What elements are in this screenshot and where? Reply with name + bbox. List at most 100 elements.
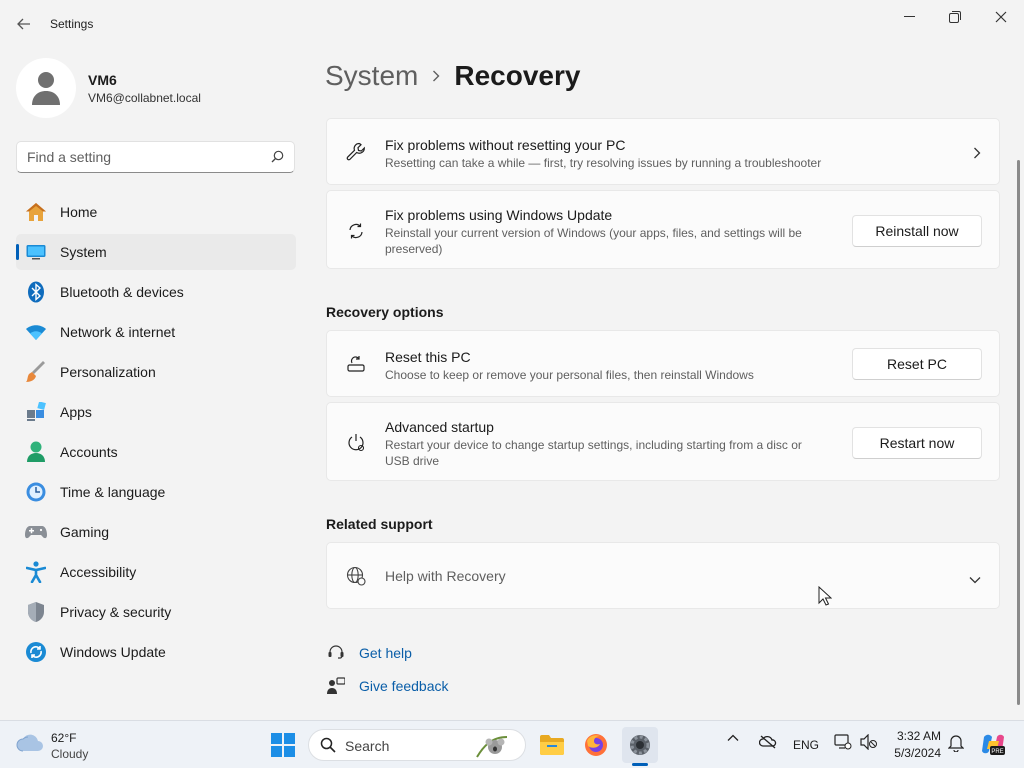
taskbar: 62°F Cloudy Search ENG 3:32 AM 5/3/2024 [0, 720, 1024, 768]
minimize-icon [903, 16, 915, 17]
card-title: Help with Recovery [385, 568, 506, 584]
sidebar-item-accessibility[interactable]: Accessibility [16, 554, 296, 590]
profile-name: VM6 [88, 72, 117, 88]
home-icon [24, 200, 48, 224]
sidebar-item-label: Windows Update [60, 644, 166, 660]
start-button[interactable] [265, 727, 301, 763]
give-feedback-link[interactable]: Give feedback [326, 676, 449, 696]
clock-date[interactable]: 5/3/2024 [888, 746, 941, 760]
mouse-cursor [818, 585, 833, 609]
sidebar-nav: Home System Bluetooth & devices Network … [16, 194, 296, 674]
copilot-icon: PRE [982, 734, 1005, 755]
card-description-line2: preserved) [385, 242, 443, 256]
sidebar-item-label: Apps [60, 404, 92, 420]
card-description-line1: Reinstall your current version of Window… [385, 226, 802, 240]
reset-pc-card: Reset this PC Choose to keep or remove y… [326, 330, 1000, 397]
windows-update-card: Fix problems using Windows Update Reinst… [326, 190, 1000, 269]
sidebar-item-label: Time & language [60, 484, 166, 500]
gear-icon [630, 735, 650, 755]
sidebar-item-label: Gaming [60, 524, 110, 540]
input-language-indicator[interactable]: ENG [793, 738, 819, 752]
globe-help-icon [345, 565, 367, 587]
taskbar-search[interactable]: Search [308, 729, 526, 761]
weather-temperature: 62°F [51, 731, 77, 745]
sidebar-item-privacy[interactable]: Privacy & security [16, 594, 296, 630]
copilot-badge-text: PRE [991, 749, 1003, 755]
close-button[interactable] [978, 0, 1024, 34]
scrollbar[interactable] [1017, 160, 1020, 705]
sidebar-item-label: Privacy & security [60, 604, 172, 620]
sidebar-item-home[interactable]: Home [16, 194, 296, 230]
sidebar-item-accounts[interactable]: Accounts [16, 434, 296, 470]
notification-bell-icon[interactable] [948, 734, 964, 752]
volume-muted-icon[interactable] [860, 734, 878, 750]
sidebar-item-bluetooth[interactable]: Bluetooth & devices [16, 274, 296, 310]
file-explorer-button[interactable] [534, 727, 570, 763]
fix-problems-card[interactable]: Fix problems without resetting your PC R… [326, 118, 1000, 185]
sidebar-item-time-language[interactable]: Time & language [16, 474, 296, 510]
sidebar-item-label: Accessibility [60, 564, 137, 580]
sidebar-item-label: Personalization [60, 364, 156, 380]
copilot-button[interactable]: PRE [980, 731, 1006, 757]
windows-logo-icon [271, 733, 295, 757]
weather-condition: Cloudy [51, 747, 89, 761]
system-icon [24, 240, 48, 264]
breadcrumb-parent[interactable]: System [325, 60, 418, 92]
reset-pc-button[interactable]: Reset PC [852, 348, 982, 380]
user-profile[interactable]: VM6 VM6@collabnet.local [16, 58, 296, 118]
reset-pc-icon [345, 353, 367, 375]
restore-button[interactable] [932, 0, 978, 34]
sidebar-item-system[interactable]: System [16, 234, 296, 270]
weather-widget[interactable]: 62°F Cloudy [16, 729, 116, 763]
search-icon[interactable] [271, 150, 284, 166]
sidebar-item-label: Network & internet [60, 324, 176, 340]
get-help-link[interactable]: Get help [326, 643, 412, 663]
onedrive-icon[interactable] [759, 734, 777, 750]
sidebar-item-gaming[interactable]: Gaming [16, 514, 296, 550]
koala-search-highlight-icon [475, 733, 515, 762]
chevron-right-icon [973, 146, 981, 162]
network-icon[interactable] [834, 734, 852, 750]
profile-email: VM6@collabnet.local [88, 91, 201, 105]
help-with-recovery-card[interactable]: Help with Recovery [326, 542, 1000, 609]
link-text[interactable]: Get help [359, 645, 412, 661]
settings-search-box[interactable] [16, 141, 295, 173]
chevron-down-icon [969, 571, 981, 587]
app-title: Settings [50, 17, 94, 31]
restart-now-button[interactable]: Restart now [852, 427, 982, 459]
sync-icon [345, 220, 367, 242]
sidebar-item-personalization[interactable]: Personalization [16, 354, 296, 390]
accounts-icon [24, 440, 48, 464]
reinstall-now-button[interactable]: Reinstall now [852, 215, 982, 247]
advanced-startup-icon [345, 432, 367, 454]
bluetooth-icon [24, 280, 48, 304]
link-text[interactable]: Give feedback [359, 678, 449, 694]
back-button[interactable] [8, 9, 40, 39]
settings-taskbar-button[interactable] [622, 727, 658, 763]
card-description: Choose to keep or remove your personal f… [385, 368, 754, 382]
search-icon [320, 737, 336, 756]
firefox-button[interactable] [578, 727, 614, 763]
gamepad-icon [24, 520, 48, 544]
get-help-icon [326, 643, 346, 663]
accessibility-icon [24, 560, 48, 584]
minimize-button[interactable] [886, 0, 932, 34]
search-input[interactable] [27, 148, 262, 166]
chevron-up-icon[interactable] [727, 734, 739, 742]
clock-time[interactable]: 3:32 AM [893, 729, 941, 743]
sidebar-item-apps[interactable]: Apps [16, 394, 296, 430]
wifi-icon [24, 320, 48, 344]
firefox-icon [585, 734, 607, 756]
sidebar-item-label: System [60, 244, 107, 260]
person-icon [32, 72, 60, 105]
page-title: Recovery [454, 60, 581, 91]
sidebar-item-windows-update[interactable]: Windows Update [16, 634, 296, 670]
brush-icon [24, 360, 48, 384]
clock-globe-icon [24, 480, 48, 504]
card-description: Resetting can take a while — first, try … [385, 156, 822, 170]
folder-icon [540, 735, 564, 755]
sidebar-item-network[interactable]: Network & internet [16, 314, 296, 350]
sidebar-item-label: Home [60, 204, 98, 220]
wrench-icon [345, 141, 367, 163]
chevron-right-icon [432, 70, 440, 82]
